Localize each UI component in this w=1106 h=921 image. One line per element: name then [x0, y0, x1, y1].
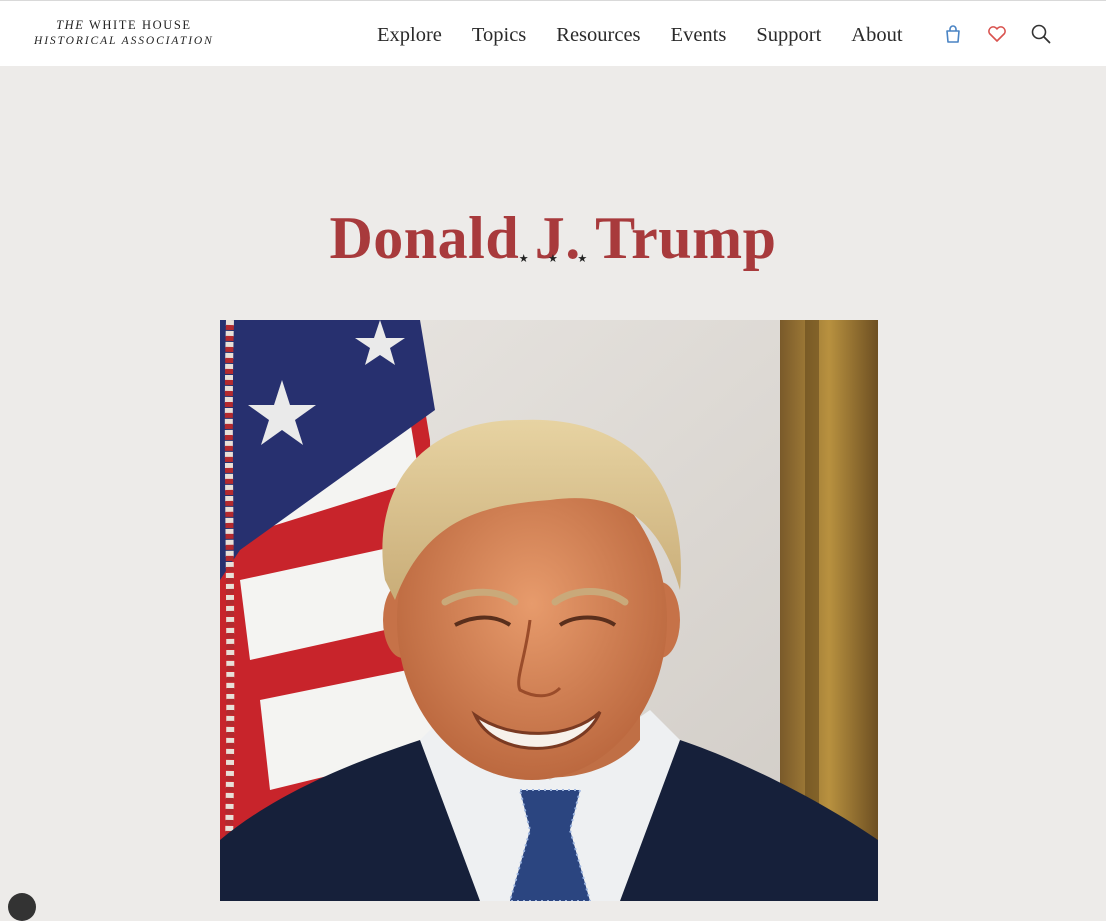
nav-explore[interactable]: Explore — [377, 21, 442, 49]
nav-events[interactable]: Events — [671, 21, 727, 49]
logo-prefix: THE — [56, 18, 85, 32]
site-logo[interactable]: THE WHITE HOUSE HISTORICAL ASSOCIATION — [34, 17, 214, 49]
site-header: THE WHITE HOUSE HISTORICAL ASSOCIATION E… — [0, 0, 1106, 66]
main-nav: Explore Topics Resources Events Support … — [377, 21, 903, 49]
shopping-bag-icon[interactable] — [942, 23, 964, 45]
chat-widget-button[interactable] — [8, 893, 36, 921]
nav-resources[interactable]: Resources — [556, 21, 640, 49]
nav-support[interactable]: Support — [756, 21, 821, 49]
star-divider: ★ ★ ★ — [518, 252, 596, 265]
logo-title: WHITE HOUSE — [88, 18, 192, 32]
nav-about[interactable]: About — [851, 21, 902, 49]
heart-icon[interactable] — [986, 23, 1008, 45]
nav-topics[interactable]: Topics — [472, 21, 526, 49]
president-portrait-image — [220, 320, 878, 901]
logo-subtitle: HISTORICAL ASSOCIATION — [34, 35, 214, 47]
search-icon[interactable] — [1030, 23, 1052, 45]
